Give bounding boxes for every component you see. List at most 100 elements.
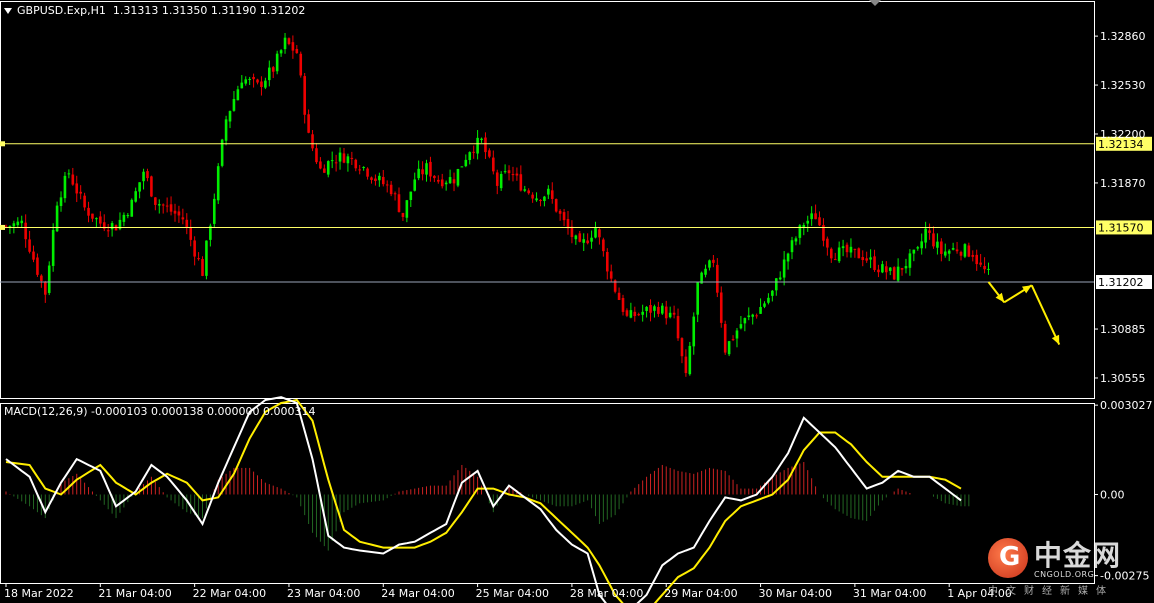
candle-body — [570, 226, 574, 237]
candle-body — [668, 312, 672, 318]
candle-body — [157, 204, 161, 206]
candle-body — [519, 174, 523, 191]
candle-body — [774, 278, 778, 291]
candle-body — [311, 134, 314, 149]
candle-body — [468, 152, 472, 161]
candle-body — [252, 76, 255, 80]
candle-body — [755, 315, 758, 317]
candle-body — [472, 151, 475, 153]
candle-body — [684, 356, 688, 374]
candle-body — [759, 306, 762, 314]
candle-body — [786, 253, 790, 262]
candle-body — [268, 67, 271, 81]
candle-body — [330, 160, 334, 162]
candle-body — [126, 215, 130, 217]
candle-body — [28, 239, 31, 252]
candle-body — [323, 168, 326, 173]
x-tick-label: 23 Mar 04:00 — [287, 587, 360, 600]
candle-body — [40, 275, 43, 281]
candle-body — [547, 188, 550, 195]
candle-body — [794, 238, 798, 242]
candle-body — [205, 240, 208, 276]
candle-body — [629, 310, 633, 318]
candle-body — [696, 282, 699, 315]
triangle-down-icon[interactable] — [4, 8, 12, 14]
candle-body — [617, 292, 621, 300]
candle-body — [95, 218, 98, 220]
candle-body — [947, 250, 951, 254]
candle-body — [224, 119, 228, 141]
candle-body — [566, 219, 570, 229]
candle-body — [232, 98, 236, 111]
candle-body — [727, 341, 731, 355]
candle-body — [240, 82, 244, 89]
candle-body — [228, 111, 232, 122]
candle-body — [912, 249, 916, 254]
candle-body — [366, 168, 369, 177]
candle-body — [358, 169, 361, 171]
candle-body — [71, 174, 75, 185]
y-tick-label: 1.30885 — [1100, 323, 1146, 336]
candle-body — [24, 222, 27, 240]
x-tick-label: 30 Mar 04:00 — [759, 587, 832, 600]
candle-body — [460, 166, 464, 168]
candle-body — [295, 48, 299, 54]
candle-body — [185, 219, 189, 228]
candle-body — [708, 260, 711, 268]
watermark-subtitle: 中文财经新媒体 — [988, 586, 1114, 597]
candle-body — [499, 173, 503, 189]
level-handle-icon — [0, 224, 5, 230]
candle-body — [916, 247, 920, 249]
candle-body — [264, 80, 267, 88]
candle-body — [389, 184, 393, 195]
candle-body — [778, 277, 782, 280]
ohlc-values: 1.31313 1.31350 1.31190 1.31202 — [112, 4, 306, 17]
watermark-name-en: CNGOLD.ORG — [1034, 570, 1095, 579]
candle-body — [181, 217, 185, 220]
candle-body — [201, 259, 204, 276]
candle-body — [8, 225, 12, 227]
candle-body — [87, 207, 90, 216]
candle-body — [653, 306, 656, 311]
candle-body — [138, 182, 141, 192]
candle-body — [44, 281, 47, 295]
candle-body — [47, 265, 51, 293]
candle-body — [456, 169, 460, 186]
candle-body — [440, 179, 444, 187]
candle-body — [476, 137, 479, 154]
candle-body — [212, 198, 216, 224]
candle-body — [940, 241, 943, 254]
x-tick-label: 31 Mar 04:00 — [853, 587, 926, 600]
candle-body — [67, 173, 71, 175]
candle-body — [672, 312, 676, 315]
candle-body — [837, 247, 841, 262]
macd-main-line — [5, 396, 962, 603]
candle-body — [417, 168, 420, 179]
candle-body — [216, 166, 220, 201]
candle-body — [979, 262, 982, 265]
candle-body — [51, 230, 55, 266]
candle-body — [346, 156, 350, 164]
candle-body — [849, 246, 853, 253]
candle-body — [888, 267, 892, 271]
candle-body — [833, 259, 837, 261]
candle-body — [165, 205, 169, 207]
candle-body — [248, 78, 251, 80]
candle-body — [704, 268, 707, 275]
candle-body — [173, 210, 177, 214]
candle-body — [531, 194, 534, 199]
candle-body — [739, 324, 743, 329]
candle-body — [586, 240, 589, 244]
candle-body — [987, 268, 990, 270]
candle-body — [421, 169, 424, 175]
candle-body — [283, 37, 287, 50]
candle-body — [810, 213, 813, 220]
candle-body — [692, 316, 696, 347]
candle-body — [75, 183, 79, 194]
y-tick-label: 1.30555 — [1100, 372, 1146, 385]
candle-body — [437, 179, 440, 182]
candle-body — [484, 137, 487, 153]
candle-body — [869, 257, 872, 260]
price-header: GBPUSD.Exp,H1 1.31313 1.31350 1.31190 1.… — [4, 4, 305, 17]
candle-body — [963, 244, 967, 257]
